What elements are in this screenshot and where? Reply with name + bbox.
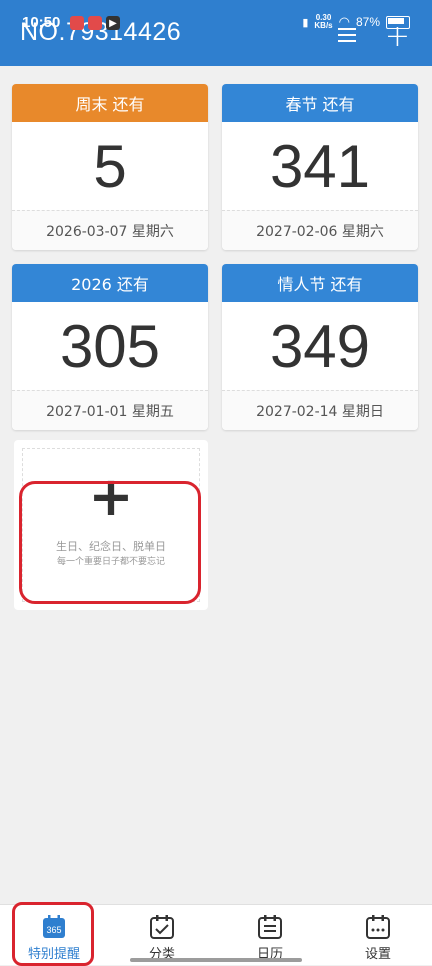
- card-date: 2026-03-07 星期六: [12, 210, 208, 250]
- menu-icon[interactable]: [338, 28, 356, 46]
- calendar-badge: 365: [46, 925, 61, 935]
- card-days: 341: [269, 132, 371, 200]
- tab-settings[interactable]: 设置: [324, 905, 432, 965]
- battery-percent: 87%: [355, 15, 380, 29]
- calendar-365-icon: 365: [43, 915, 65, 938]
- tab-category[interactable]: 分类: [108, 905, 216, 965]
- tab-calendar[interactable]: 日历: [216, 905, 324, 965]
- add-card-subhint: 每一个重要日子都不要忘记: [56, 557, 165, 567]
- status-time: 10:50: [22, 14, 61, 31]
- card-header: 春节 还有: [222, 84, 418, 122]
- countdown-card[interactable]: 春节 还有 341 2027-02-06 星期六: [222, 84, 418, 250]
- bottom-tab-bar: 365 特别提醒 分类 日历 设置: [0, 904, 432, 965]
- calendar-dots-icon: [366, 915, 390, 939]
- net-speed-unit: KB/s: [314, 21, 333, 30]
- notification-icons: ▶: [70, 16, 120, 30]
- app-notification-icon: [88, 16, 102, 30]
- countdown-card[interactable]: 情人节 还有 349 2027-02-14 星期日: [222, 264, 418, 430]
- countdown-card[interactable]: 周末 还有 5 2026-03-07 星期六: [12, 84, 208, 250]
- calendar-check-icon: [150, 915, 174, 939]
- tab-label: 设置: [364, 947, 391, 962]
- card-header: 周末 还有: [12, 84, 208, 122]
- home-indicator[interactable]: [130, 958, 302, 962]
- plus-icon: +: [88, 465, 134, 528]
- card-header: 2026 还有: [12, 264, 208, 302]
- card-days: 5: [93, 132, 127, 200]
- tab-special-reminder[interactable]: 365 特别提醒: [0, 905, 108, 965]
- tab-label: 特别提醒: [27, 947, 80, 962]
- top-bar: NO.79314426 10:50 ▶ ▮ 0.30 KB/s ◠ 87% +: [0, 0, 432, 66]
- add-card-hint: 生日、纪念日、脱单日: [56, 540, 166, 553]
- vibrate-icon: ▮: [302, 16, 309, 29]
- card-days: 349: [269, 312, 371, 380]
- card-header: 情人节 还有: [222, 264, 418, 302]
- countdown-card[interactable]: 2026 还有 305 2027-01-01 星期五: [12, 264, 208, 430]
- calendar-list-icon: [258, 915, 282, 939]
- add-reminder-card[interactable]: + 生日、纪念日、脱单日 每一个重要日子都不要忘记: [14, 440, 208, 610]
- add-icon[interactable]: +: [385, 22, 410, 52]
- card-days: 305: [59, 312, 161, 380]
- play-notification-icon: ▶: [106, 16, 120, 30]
- app-notification-icon: [70, 16, 84, 30]
- net-speed: 0.30 KB/s: [314, 14, 332, 30]
- card-date: 2027-01-01 星期五: [12, 390, 208, 430]
- card-date: 2027-02-06 星期六: [222, 210, 418, 250]
- card-date: 2027-02-14 星期日: [222, 390, 418, 430]
